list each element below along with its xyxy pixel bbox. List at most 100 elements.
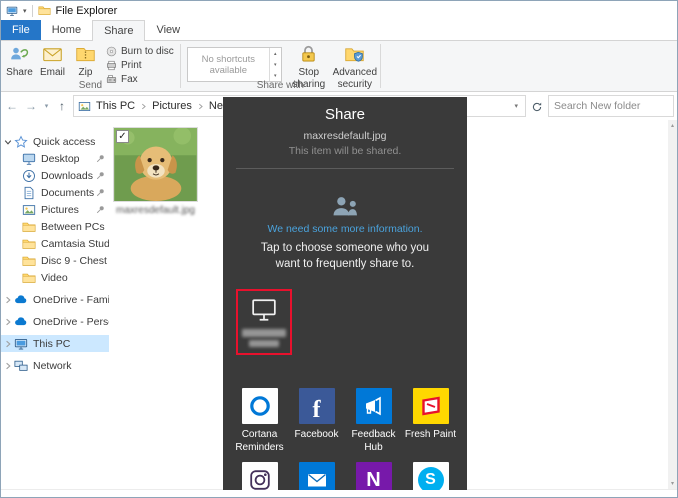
file-thumbnail[interactable]: ✓ xyxy=(113,127,198,202)
gallery-up-icon[interactable]: ▴ xyxy=(274,51,277,57)
onedrive-icon xyxy=(14,315,28,329)
forward-button[interactable]: → xyxy=(23,99,39,113)
tab-home[interactable]: Home xyxy=(41,20,92,40)
status-bar xyxy=(1,489,677,497)
file-item[interactable]: ✓ maxresdefault.jpg xyxy=(113,127,198,216)
nearby-device-tile[interactable] xyxy=(238,291,290,353)
sidebar-label: Network xyxy=(33,360,72,372)
pin-icon xyxy=(96,188,105,197)
chevron-right-icon[interactable] xyxy=(4,318,12,326)
sidebar-label: OneDrive - Personal xyxy=(33,316,109,328)
onenote-icon: N xyxy=(366,469,380,491)
share-button[interactable]: Share xyxy=(3,42,36,79)
chevron-right-icon[interactable] xyxy=(4,362,12,370)
zip-button-label: Zip xyxy=(79,67,93,79)
tab-share[interactable]: Share xyxy=(92,20,145,41)
back-button[interactable]: ← xyxy=(4,99,20,113)
burn-to-disc-label: Burn to disc xyxy=(121,46,174,57)
sidebar-item-onedrive-family[interactable]: OneDrive - Family xyxy=(1,291,109,308)
sidebar-label: Disc 9 - Chest & Sh xyxy=(41,255,109,267)
app-facebook[interactable]: f Facebook xyxy=(288,388,345,454)
downloads-icon xyxy=(22,169,36,183)
app-feedback-hub[interactable]: Feedback Hub xyxy=(345,388,402,454)
sidebar-item-camtasia-studio[interactable]: Camtasia Studio xyxy=(1,235,109,252)
tab-file[interactable]: File xyxy=(1,20,41,40)
sidebar-label: Camtasia Studio xyxy=(41,238,109,250)
qat-customize-icon[interactable]: ▾ xyxy=(23,7,27,15)
app-label: Fresh Paint xyxy=(405,429,456,442)
refresh-button[interactable] xyxy=(529,99,545,113)
device-name-redacted xyxy=(249,340,279,347)
ribbon-group-send: Share Email Zip Burn to disc Print xyxy=(1,41,180,91)
scroll-down-icon[interactable]: ▾ xyxy=(671,480,674,487)
more-information-link[interactable]: We need some more information. xyxy=(223,223,467,235)
chevron-down-icon[interactable] xyxy=(4,138,12,146)
tab-view[interactable]: View xyxy=(145,20,191,40)
ribbon-group-share-with: No shortcuts available ▴ ▾ ▾ Stop sharin… xyxy=(181,41,380,91)
device-monitor-icon xyxy=(251,298,277,322)
sidebar-label: This PC xyxy=(33,338,70,350)
facebook-icon: f xyxy=(313,397,321,424)
cortana-icon xyxy=(248,394,272,418)
email-button-label: Email xyxy=(40,67,65,79)
app-skype[interactable]: S xyxy=(402,462,459,490)
up-button[interactable]: ↑ xyxy=(54,99,70,113)
app-mail[interactable] xyxy=(288,462,345,490)
folder-icon xyxy=(22,254,36,268)
zip-icon xyxy=(75,44,96,65)
burn-to-disc-button[interactable]: Burn to disc xyxy=(106,45,174,57)
gallery-scroll-buttons[interactable]: ▴ ▾ ▾ xyxy=(269,48,281,81)
folder-icon xyxy=(22,220,36,234)
gallery-more-icon[interactable]: ▾ xyxy=(274,73,277,79)
app-cortana-reminders[interactable]: Cortana Reminders xyxy=(231,388,288,454)
pin-icon xyxy=(96,154,105,163)
ribbon-separator xyxy=(380,44,381,88)
chevron-right-icon[interactable] xyxy=(4,340,12,348)
sidebar-item-video[interactable]: Video xyxy=(1,269,109,286)
chevron-right-icon[interactable] xyxy=(4,296,12,304)
sidebar-item-network[interactable]: Network xyxy=(1,357,109,374)
onedrive-icon xyxy=(14,293,28,307)
sidebar-item-onedrive-personal[interactable]: OneDrive - Personal xyxy=(1,313,109,330)
address-history-dropdown[interactable]: ▾ xyxy=(511,102,521,110)
pin-icon xyxy=(96,205,105,214)
sidebar-item-this-pc[interactable]: This PC xyxy=(1,335,109,352)
sidebar-item-documents[interactable]: Documents xyxy=(1,184,109,201)
breadcrumb-chevron-icon[interactable] xyxy=(140,103,147,110)
pin-icon xyxy=(96,171,105,180)
breadcrumb-this-pc[interactable]: This PC xyxy=(94,100,137,112)
sidebar-item-pictures[interactable]: Pictures xyxy=(1,201,109,218)
email-button[interactable]: Email xyxy=(36,42,69,79)
navigation-pane: Quick access Desktop Downloads Documents… xyxy=(1,120,109,489)
scroll-up-icon[interactable]: ▴ xyxy=(671,122,674,129)
sidebar-item-disc-9[interactable]: Disc 9 - Chest & Sh xyxy=(1,252,109,269)
ribbon-tabs: File Home Share View xyxy=(1,20,677,40)
sidebar-item-quick-access[interactable]: Quick access xyxy=(1,133,109,150)
sidebar-item-desktop[interactable]: Desktop xyxy=(1,150,109,167)
vertical-scrollbar[interactable]: ▴ ▾ xyxy=(668,120,677,489)
file-explorer-window: ▾ File Explorer File Home Share View Sha… xyxy=(0,0,678,498)
gallery-down-icon[interactable]: ▾ xyxy=(274,62,277,68)
share-icon xyxy=(9,44,30,65)
instagram-tile xyxy=(242,462,278,490)
search-input[interactable] xyxy=(548,95,674,117)
breadcrumb-chevron-icon[interactable] xyxy=(197,103,204,110)
app-onenote[interactable]: N xyxy=(345,462,402,490)
highlight-red-box xyxy=(236,289,292,355)
network-icon xyxy=(14,359,28,373)
onenote-tile: N xyxy=(356,462,392,490)
disc-icon xyxy=(106,46,117,57)
app-instagram[interactable] xyxy=(231,462,288,490)
sidebar-item-between-pcs[interactable]: Between PCs xyxy=(1,218,109,235)
share-with-gallery[interactable]: No shortcuts available ▴ ▾ ▾ xyxy=(187,47,282,82)
print-button[interactable]: Print xyxy=(106,59,174,71)
app-fresh-paint[interactable]: Fresh Paint xyxy=(402,388,459,454)
title-bar: ▾ File Explorer xyxy=(1,1,677,20)
recent-locations-button[interactable]: ▾ xyxy=(42,102,51,110)
breadcrumb-pictures[interactable]: Pictures xyxy=(150,100,194,112)
app-label: Feedback Hub xyxy=(345,429,402,454)
sidebar-item-downloads[interactable]: Downloads xyxy=(1,167,109,184)
feedback-hub-icon xyxy=(362,394,386,418)
zip-button[interactable]: Zip xyxy=(69,42,102,79)
selection-checkbox[interactable]: ✓ xyxy=(116,130,129,143)
